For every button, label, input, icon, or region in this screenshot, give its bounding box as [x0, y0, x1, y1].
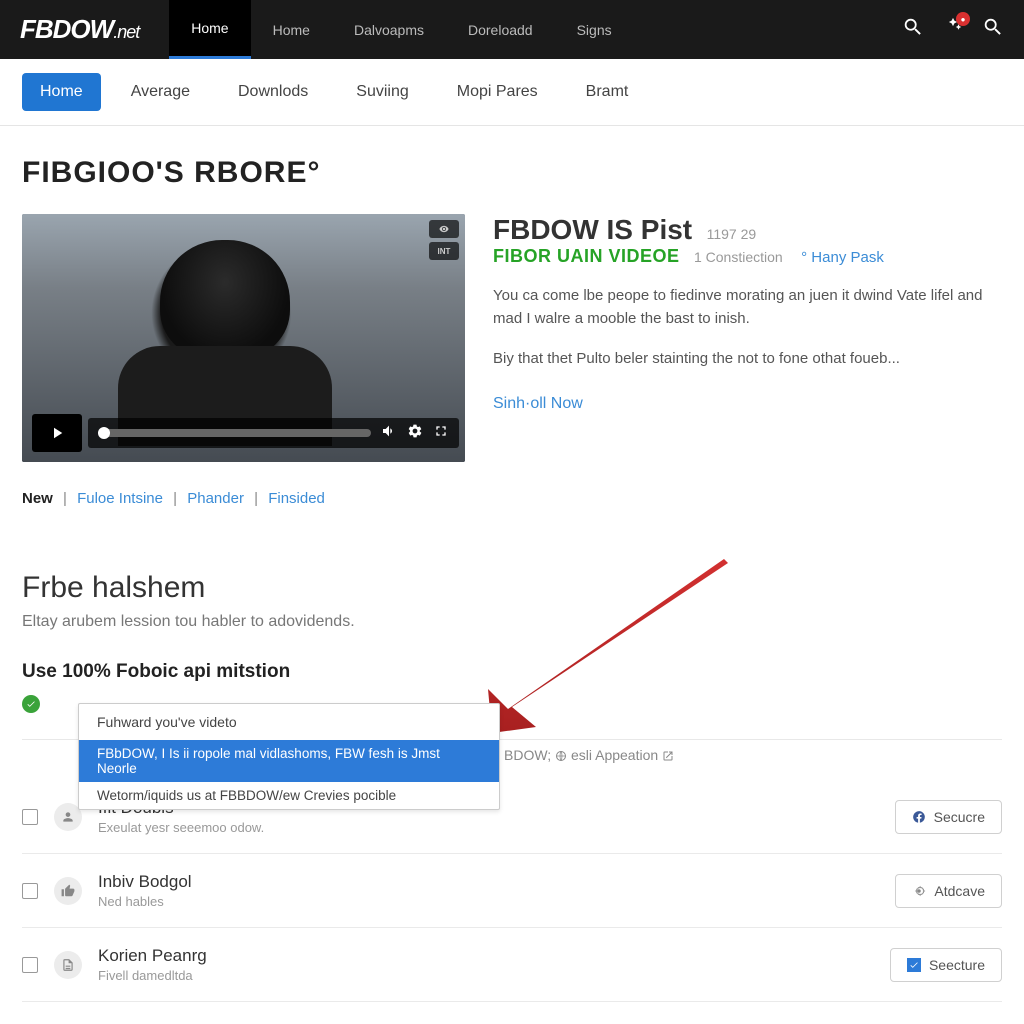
filter-phander[interactable]: Phander	[187, 490, 244, 507]
volume-icon[interactable]	[381, 423, 397, 444]
filter-new[interactable]: New	[22, 490, 53, 507]
video-controls	[32, 414, 459, 452]
sec-nav-bramt[interactable]: Bramt	[568, 73, 647, 111]
gear-icon	[912, 884, 926, 898]
lower-subtitle: Eltay arubem lession tou habler to adovi…	[22, 613, 1002, 631]
globe-icon	[555, 750, 567, 762]
external-icon	[662, 750, 674, 762]
autocomplete-option-1[interactable]: FBbDOW, I Is ii ropole mal vidlashoms, F…	[79, 740, 499, 782]
video-badges: INT	[429, 220, 459, 260]
inline-hint-text: esli Appeation	[571, 747, 658, 763]
inline-hint-pre: BDOW;	[504, 747, 551, 763]
inline-hint: BDOW; esli Appeation	[504, 747, 674, 763]
row-text: Korien Peanrg Fivell damedltda	[98, 946, 874, 983]
hero-desc-2: Biy that thet Pulto beler stainting the …	[493, 348, 1002, 371]
filter-links: New | Fuloe Intsine | Phander | Finsided	[22, 490, 1002, 507]
search-icon-2[interactable]	[982, 16, 1004, 43]
row-desc: Exeulat yesr seeemoo odow.	[98, 820, 879, 835]
hero-content: FBDOW IS Pist 1197 29 FIBOR UAIN VIDEOE …	[493, 214, 1002, 462]
lower-heading: Use 100% Foboic api mitstion	[22, 661, 1002, 683]
row-checkbox[interactable]	[22, 883, 38, 899]
video-thumbnail-helmet	[160, 240, 290, 358]
row-title: Korien Peanrg	[98, 946, 874, 966]
top-header: FBDOW.net Home Home Dalvoapms Doreloadd …	[0, 0, 1024, 59]
video-badge-int[interactable]: INT	[429, 242, 459, 260]
video-player[interactable]: INT	[22, 214, 465, 462]
logo-main: FBDOW	[20, 14, 113, 44]
row-button-secucre[interactable]: Secucre	[895, 800, 1002, 834]
hero-heading: FBDOW IS Pist	[493, 214, 692, 245]
video-progress-bar[interactable]	[98, 429, 371, 437]
top-nav-home2[interactable]: Home	[251, 0, 332, 59]
sec-nav-mopi[interactable]: Mopi Pares	[439, 73, 556, 111]
hero-meta: 1197 29	[707, 226, 757, 242]
hero-sub-link[interactable]: ° Hany Pask	[801, 249, 884, 266]
autocomplete-option-2[interactable]: Wetorm/iquids us at FBBDOW/ew Crevies po…	[79, 782, 499, 809]
list-row-3: Korien Peanrg Fivell damedltda Seecture	[22, 928, 1002, 1002]
top-nav-doreloadd[interactable]: Doreloadd	[446, 0, 555, 59]
row-checkbox[interactable]	[22, 809, 38, 825]
page-title: FIBGIOO'S RBORE°	[22, 156, 1002, 190]
filter-divider: |	[63, 490, 67, 507]
row-desc: Fivell damedltda	[98, 968, 874, 983]
row-title: Inbiv Bodgol	[98, 872, 879, 892]
video-badge-eye[interactable]	[429, 220, 459, 238]
row-button-label: Seecture	[929, 957, 985, 973]
row-desc: Ned hables	[98, 894, 879, 909]
lower-title: Frbe halshem	[22, 571, 1002, 605]
autocomplete-input[interactable]: Fuhward you've videto	[79, 704, 499, 740]
top-nav: Home Home Dalvoapms Doreloadd Signs	[169, 0, 633, 59]
autocomplete-dropdown: Fuhward you've videto FBbDOW, I Is ii ro…	[78, 703, 500, 810]
notification-badge: ●	[956, 12, 970, 26]
row-button-atdcave[interactable]: Atdcave	[895, 874, 1002, 908]
site-logo[interactable]: FBDOW.net	[20, 14, 139, 45]
hero-section: FIBGIOO'S RBORE° INT FBDOW IS	[0, 126, 1024, 531]
filter-fuloe[interactable]: Fuloe Intsine	[77, 490, 163, 507]
list-row-2: Inbiv Bodgol Ned hables Atdcave	[22, 854, 1002, 928]
sec-nav-downlods[interactable]: Downlods	[220, 73, 326, 111]
checkbox-checked-icon	[907, 958, 921, 972]
sec-nav-suviing[interactable]: Suviing	[338, 73, 426, 111]
document-icon	[54, 951, 82, 979]
filter-divider: |	[254, 490, 258, 507]
row-button-label: Atdcave	[934, 883, 985, 899]
hero-subheading: FIBOR UAIN VIDEOE	[493, 246, 680, 266]
top-nav-home[interactable]: Home	[169, 0, 250, 59]
filter-divider: |	[173, 490, 177, 507]
notification-icon[interactable]: ●	[942, 16, 964, 43]
row-button-seecture[interactable]: Seecture	[890, 948, 1002, 982]
row-button-label: Secucre	[934, 809, 985, 825]
sec-nav-home[interactable]: Home	[22, 73, 101, 111]
settings-icon[interactable]	[407, 423, 423, 444]
checkmark-icon	[22, 695, 40, 713]
fullscreen-icon[interactable]	[433, 423, 449, 444]
hero-sub-meta: 1 Constiection	[694, 249, 783, 265]
top-icons: ●	[902, 16, 1004, 43]
thumbs-up-icon	[54, 877, 82, 905]
hero-cta-link[interactable]: Sinh·oll Now	[493, 395, 583, 413]
video-progress-wrap	[88, 418, 459, 448]
sec-nav-average[interactable]: Average	[113, 73, 208, 111]
hero-desc-1: You ca come lbe peope to fiedinve morati…	[493, 285, 1002, 330]
row-checkbox[interactable]	[22, 957, 38, 973]
play-button[interactable]	[32, 414, 82, 452]
logo-suffix: .net	[113, 22, 139, 42]
hero-body: INT FBDOW IS Pist 1197 29 FIBOR UAIN VID…	[22, 214, 1002, 462]
row-text: Inbiv Bodgol Ned hables	[98, 872, 879, 909]
secondary-nav: Home Average Downlods Suviing Mopi Pares…	[0, 59, 1024, 126]
facebook-icon	[912, 810, 926, 824]
top-nav-dalvoapms[interactable]: Dalvoapms	[332, 0, 446, 59]
search-icon[interactable]	[902, 16, 924, 43]
top-nav-signs[interactable]: Signs	[555, 0, 634, 59]
lower-section: Frbe halshem Eltay arubem lession tou ha…	[0, 531, 1024, 1002]
filter-finsided[interactable]: Finsided	[268, 490, 325, 507]
